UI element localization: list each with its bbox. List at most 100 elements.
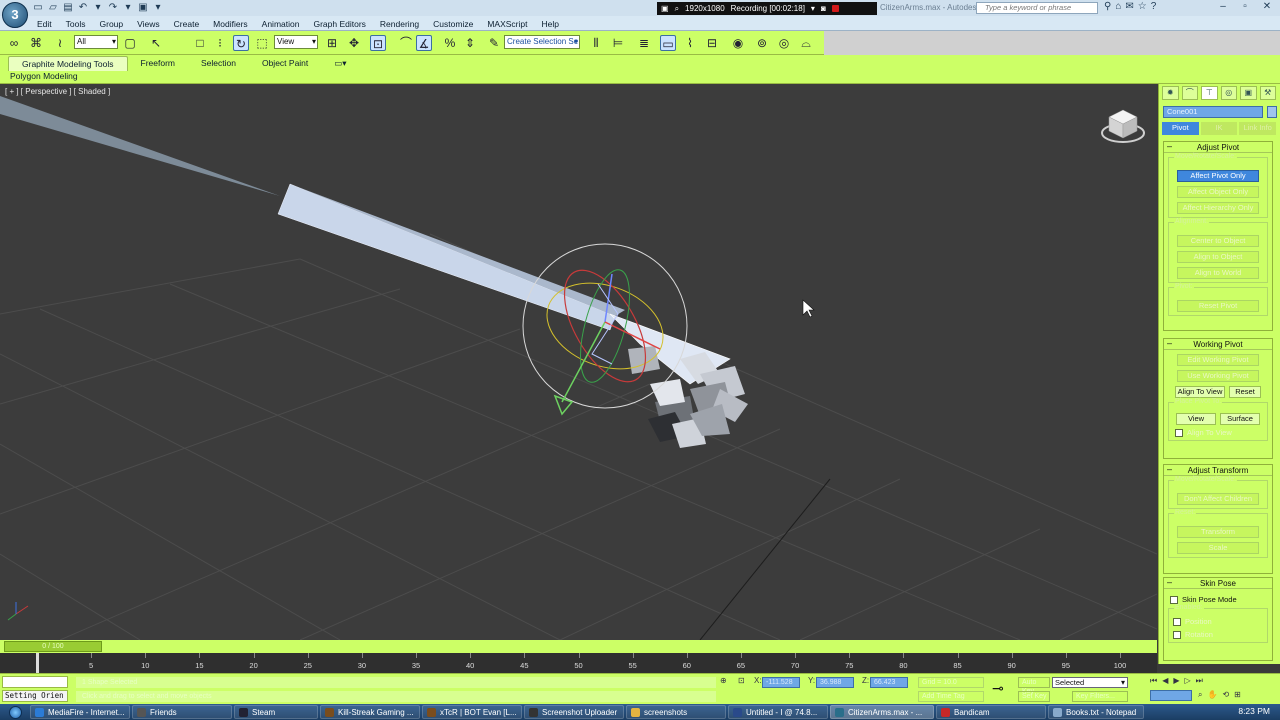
reset-pivot-button[interactable]: Reset Pivot	[1177, 300, 1259, 312]
tab-selection[interactable]: Selection	[188, 56, 249, 71]
utilities-tab-icon[interactable]: ⚒	[1259, 86, 1276, 100]
menu-tools[interactable]: Tools	[59, 19, 93, 29]
subtab-pivot[interactable]: Pivot	[1162, 122, 1199, 135]
tab-object-paint[interactable]: Object Paint	[249, 56, 321, 71]
favorites-icon[interactable]: ☆	[1138, 1, 1147, 12]
current-frame-field[interactable]	[1150, 690, 1192, 701]
motion-tab-icon[interactable]: ◎	[1220, 86, 1237, 100]
menu-modifiers[interactable]: Modifiers	[206, 19, 254, 29]
set-key-icon[interactable]: ⊸	[992, 680, 1004, 697]
subscription-icon[interactable]: ⌂	[1115, 1, 1121, 12]
rendered-frame-icon[interactable]: ◎	[776, 35, 792, 51]
recorder-dropdown-icon[interactable]: ▾	[811, 4, 815, 13]
taskbar-item[interactable]: Untitled - I @ 74.8...	[728, 705, 828, 719]
object-name-field[interactable]: Cone001	[1163, 106, 1263, 118]
project-folder-icon[interactable]: ▣	[137, 2, 149, 13]
play-icon[interactable]: ▶	[1173, 676, 1179, 686]
align-icon[interactable]: ⊨	[610, 35, 626, 51]
affect-hierarchy-only-button[interactable]: Affect Hierarchy Only	[1177, 202, 1259, 214]
taskbar-item[interactable]: Steam	[234, 705, 318, 719]
time-slider[interactable]: 0 / 100	[0, 640, 1157, 653]
align-to-view-button[interactable]: Align To View	[1175, 386, 1225, 398]
render-production-icon[interactable]: ⌓	[798, 35, 814, 51]
edit-working-pivot-button[interactable]: Edit Working Pivot	[1177, 354, 1259, 366]
previous-frame-icon[interactable]: ◀	[1162, 676, 1168, 686]
taskbar-item[interactable]: MediaFire - Internet...	[30, 705, 130, 719]
perspective-viewport[interactable]: [ + ] [ Perspective ] [ Shaded ]	[0, 84, 1157, 640]
y-coordinate-field[interactable]: 36.988	[816, 677, 854, 688]
edit-named-selection-icon[interactable]: ✎	[486, 35, 502, 51]
affect-object-only-button[interactable]: Affect Object Only	[1177, 186, 1259, 198]
rotation-checkbox[interactable]: Rotation	[1173, 630, 1265, 639]
auto-key-button[interactable]: Auto Key	[1018, 677, 1050, 695]
set-key-button[interactable]: Set Key	[1018, 691, 1050, 702]
record-stop-icon[interactable]	[831, 5, 839, 12]
start-button[interactable]	[0, 704, 30, 720]
layer-manager-icon[interactable]: ≣	[636, 35, 652, 51]
place-pivot-view-button[interactable]: View	[1176, 413, 1216, 425]
named-selection-dropdown[interactable]: Create Selection Se	[504, 35, 580, 49]
select-rotate-icon[interactable]: ↻	[233, 35, 249, 51]
taskbar-item[interactable]: screenshots	[626, 705, 726, 719]
open-folder-icon[interactable]: ▱	[47, 2, 59, 13]
time-slider-thumb[interactable]: 0 / 100	[4, 641, 102, 652]
communication-icon[interactable]: ✉	[1125, 1, 1133, 12]
maxscript-listener-input[interactable]	[2, 676, 68, 688]
mirror-icon[interactable]: ⫴	[588, 35, 604, 51]
undo-history-icon[interactable]: ▾	[92, 2, 104, 13]
position-checkbox[interactable]: Position	[1173, 617, 1265, 626]
go-to-end-icon[interactable]: ⏭	[1196, 676, 1203, 686]
key-filters-button[interactable]: Key Filters...	[1072, 691, 1128, 702]
new-file-icon[interactable]: ▭	[32, 2, 44, 13]
graphite-toggle-icon[interactable]: ▭	[660, 35, 676, 51]
window-crossing-icon[interactable]: ⁝	[212, 35, 228, 51]
go-to-start-icon[interactable]: ⏮	[1150, 676, 1157, 686]
key-selection-dropdown[interactable]: Selected	[1052, 677, 1128, 688]
reference-coordinate-dropdown[interactable]: View	[274, 35, 318, 49]
save-icon[interactable]: ▤	[62, 2, 74, 13]
close-icon[interactable]: ✕	[1256, 0, 1278, 14]
select-manipulate-icon[interactable]: ✥	[346, 35, 362, 51]
maximize-icon[interactable]: ▫	[1234, 0, 1256, 14]
adjust-transform-title[interactable]: Adjust Transform	[1164, 464, 1272, 476]
modify-tab-icon[interactable]: ⌒	[1181, 86, 1198, 100]
subtab-ik[interactable]: IK	[1200, 122, 1238, 135]
taskbar-item[interactable]: xTcR | BOT Evan [L...	[422, 705, 522, 719]
place-pivot-surface-button[interactable]: Surface	[1220, 413, 1260, 425]
menu-edit[interactable]: Edit	[30, 19, 59, 29]
bind-space-warp-icon[interactable]: ≀	[52, 35, 68, 51]
viewcube-icon[interactable]	[1101, 106, 1145, 146]
absolute-mode-icon[interactable]: ⊡	[738, 676, 745, 685]
render-setup-icon[interactable]: ⊚	[754, 35, 770, 51]
adjust-pivot-title[interactable]: Adjust Pivot	[1164, 141, 1272, 153]
angle-snap-icon[interactable]: ∡	[416, 35, 432, 51]
maxscript-mini-listener[interactable]: Setting Orien	[2, 690, 68, 702]
skin-pose-title[interactable]: Skin Pose	[1164, 577, 1272, 589]
affect-pivot-only-button[interactable]: Affect Pivot Only	[1177, 170, 1259, 182]
menu-customize[interactable]: Customize	[426, 19, 480, 29]
qa-dropdown-icon[interactable]: ▾	[152, 2, 164, 13]
snap-toggle-icon[interactable]: ⌒	[398, 35, 414, 51]
camera-icon[interactable]: ◙	[821, 4, 826, 13]
curve-editor-icon[interactable]: ⌇	[682, 35, 698, 51]
tab-graphite-modeling[interactable]: Graphite Modeling Tools	[8, 56, 128, 71]
create-tab-icon[interactable]: ✹	[1162, 86, 1179, 100]
viewport-label[interactable]: [ + ] [ Perspective ] [ Shaded ]	[5, 87, 110, 96]
search-input[interactable]: Type a keyword or phrase	[976, 2, 1098, 14]
menu-animation[interactable]: Animation	[255, 19, 307, 29]
schematic-view-icon[interactable]: ⊟	[704, 35, 720, 51]
unlink-icon[interactable]: ⌘	[28, 35, 44, 51]
spinner-snap-icon[interactable]: ⇕	[462, 35, 478, 51]
taskbar-item[interactable]: Screenshot Uploader	[524, 705, 624, 719]
zoom-icon[interactable]: ⌕	[1198, 690, 1202, 700]
use-working-pivot-button[interactable]: Use Working Pivot	[1177, 370, 1259, 382]
dont-affect-children-button[interactable]: Don't Affect Children	[1177, 493, 1259, 505]
viewport-scene[interactable]	[0, 84, 1157, 640]
help-icon[interactable]: ?	[1151, 1, 1157, 12]
link-icon[interactable]: ∞	[6, 35, 22, 51]
object-color-swatch[interactable]	[1267, 106, 1277, 118]
display-tab-icon[interactable]: ▣	[1240, 86, 1257, 100]
reset-scale-button[interactable]: Scale	[1177, 542, 1259, 554]
select-object-icon[interactable]: ▢	[122, 35, 138, 51]
menu-rendering[interactable]: Rendering	[373, 19, 426, 29]
